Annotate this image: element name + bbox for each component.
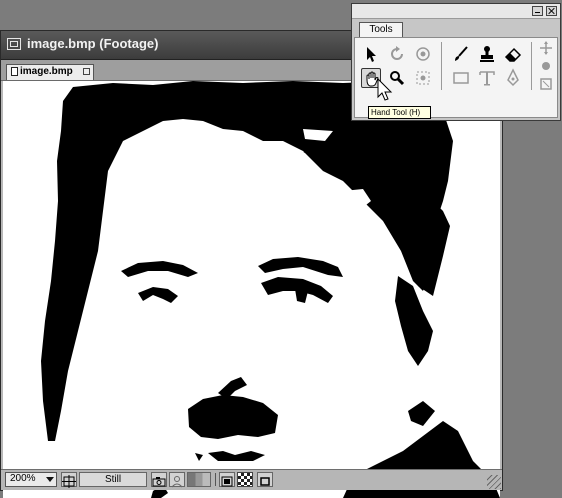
brush-icon <box>455 46 468 61</box>
rectangle-mask-tool-button[interactable] <box>451 68 471 88</box>
arrow-icon <box>367 47 376 62</box>
file-icon <box>11 67 18 76</box>
square-icon <box>260 477 270 486</box>
pan-behind-icon <box>416 71 430 85</box>
person-icon <box>171 476 183 488</box>
footage-icon <box>7 38 21 50</box>
local-axis-mode-button[interactable] <box>537 40 555 56</box>
globe-icon <box>542 62 550 70</box>
snapshot-button[interactable] <box>151 472 167 487</box>
stamp-icon <box>480 46 494 62</box>
camera-icon <box>152 477 166 487</box>
transparency-grid-button[interactable] <box>237 472 253 487</box>
rotation-tool-button[interactable] <box>387 44 407 64</box>
tools-palette: Tools <box>351 3 561 121</box>
region-icon <box>221 476 233 487</box>
move-icon <box>540 41 552 55</box>
brush-tool-button[interactable] <box>451 44 471 64</box>
footage-viewer[interactable] <box>3 81 500 498</box>
separator <box>441 42 442 90</box>
mask-outline-button[interactable] <box>257 472 273 487</box>
rectangle-icon <box>453 72 469 84</box>
safe-zones-icon <box>62 475 76 488</box>
view-axis-icon <box>540 78 552 90</box>
footage-image <box>3 81 500 498</box>
mouse-cursor-icon <box>377 78 393 101</box>
separator <box>531 42 532 90</box>
tab-label: image.bmp <box>20 66 73 77</box>
selection-tool-button[interactable] <box>361 44 381 64</box>
footage-title: image.bmp (Footage) <box>27 36 159 51</box>
world-axis-mode-button[interactable] <box>537 58 555 74</box>
safe-zones-button[interactable] <box>61 472 77 488</box>
tab-tools[interactable]: Tools <box>359 22 403 37</box>
eraser-icon <box>504 47 522 62</box>
orbit-camera-tool-button[interactable] <box>413 44 433 64</box>
tools-titlebar[interactable] <box>352 4 560 19</box>
resize-grip[interactable] <box>487 475 501 489</box>
zoom-dropdown[interactable]: 200% <box>5 472 57 487</box>
minimize-icon[interactable] <box>532 6 543 16</box>
tab-close-icon[interactable] <box>83 68 90 75</box>
still-button[interactable]: Still <box>79 472 147 487</box>
pen-tool-button[interactable] <box>503 68 523 88</box>
tooltip: Hand Tool (H) <box>368 106 431 119</box>
rotate-icon <box>391 46 403 60</box>
eraser-tool-button[interactable] <box>503 44 523 64</box>
footage-statusbar: 200% Still <box>1 469 502 490</box>
pen-icon <box>507 68 519 87</box>
zoom-value: 200% <box>10 473 36 484</box>
clone-stamp-tool-button[interactable] <box>477 44 497 64</box>
divider <box>215 473 216 486</box>
close-icon[interactable] <box>546 6 557 16</box>
type-icon <box>479 71 495 86</box>
tab-image-bmp[interactable]: image.bmp <box>6 64 94 80</box>
region-of-interest-button[interactable] <box>219 472 235 487</box>
pan-behind-tool-button[interactable] <box>413 68 433 88</box>
orbit-icon <box>416 47 430 61</box>
show-snapshot-button[interactable] <box>169 472 185 488</box>
channels-button[interactable] <box>187 472 211 487</box>
view-axis-mode-button[interactable] <box>537 76 555 92</box>
chevron-down-icon <box>46 477 54 482</box>
type-tool-button[interactable] <box>477 68 497 88</box>
